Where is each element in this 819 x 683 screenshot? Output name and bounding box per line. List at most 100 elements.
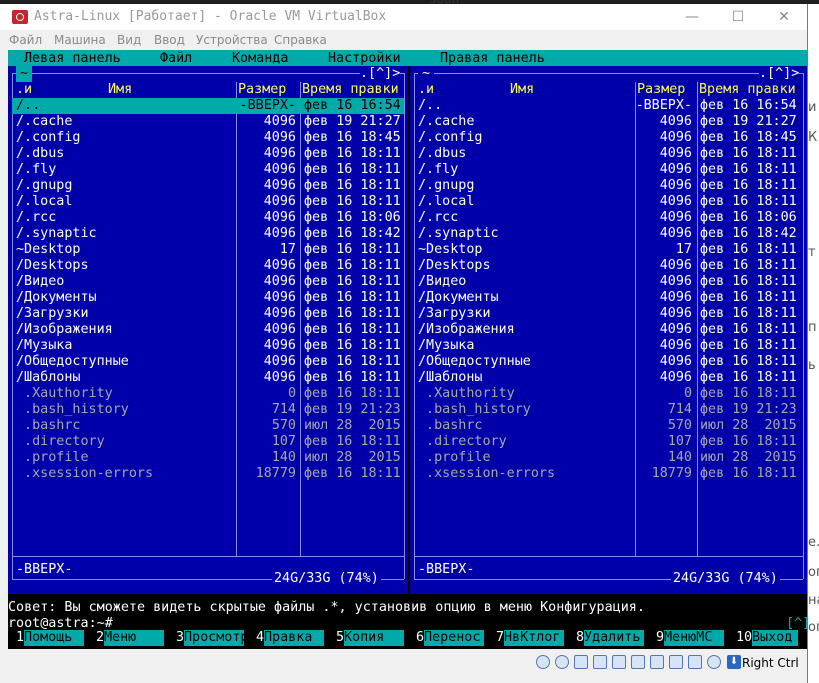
mc-menu-options[interactable]: Настройки bbox=[328, 51, 401, 67]
file-row[interactable]: .Xauthority 0 фев 16 18:11 bbox=[410, 386, 807, 402]
file-row[interactable]: /.dbus 4096 фев 16 18:11 bbox=[410, 146, 807, 162]
file-row[interactable]: /.gnupg 4096 фев 16 18:11 bbox=[410, 178, 807, 194]
maximize-button[interactable]: ☐ bbox=[715, 4, 761, 30]
file-row[interactable]: /Видео 4096 фев 16 18:11 bbox=[8, 274, 408, 290]
mouse-integration-icon[interactable] bbox=[707, 655, 721, 669]
file-row[interactable]: .bash_history 714 фев 19 21:23 bbox=[410, 402, 807, 418]
file-row[interactable]: /.cache 4096 фев 19 21:27 bbox=[410, 114, 807, 130]
panel-corner-buttons[interactable]: .[^]> bbox=[759, 66, 800, 82]
menu-help[interactable]: Справка bbox=[274, 33, 327, 47]
file-row[interactable]: .directory 107 фев 16 18:11 bbox=[8, 434, 408, 450]
right-file-panel[interactable]: ~ .[^]> .и Имя Размер Время правки /.. -ВВЕРХ-ф… bbox=[410, 66, 807, 594]
file-row[interactable]: .bashrc 570 июл 28 2015 bbox=[8, 418, 408, 434]
menu-devices[interactable]: Устройства bbox=[196, 33, 268, 47]
file-row[interactable]: /Шаблоны 4096 фев 16 18:11 bbox=[410, 370, 807, 386]
mc-menu-command[interactable]: Команда bbox=[232, 51, 288, 67]
column-header-time[interactable]: Время правки bbox=[302, 82, 399, 98]
mc-menu-right-panel[interactable]: Правая панель bbox=[440, 51, 545, 67]
file-row[interactable]: /.rcc 4096 фев 16 18:06 bbox=[8, 210, 408, 226]
file-modified-time: фев 16 18:11 bbox=[700, 242, 797, 257]
file-row[interactable]: /Общедоступные 4096 фев 16 18:11 bbox=[8, 354, 408, 370]
left-file-panel[interactable]: ~ .[^]> .и Имя Размер Время правки /.. -ВВЕРХ-ф… bbox=[8, 66, 408, 594]
file-row[interactable]: /Desktops 4096 фев 16 18:11 bbox=[410, 258, 807, 274]
file-modified-time: фев 16 18:11 bbox=[700, 466, 797, 481]
file-row[interactable]: /Музыка 4096 фев 16 18:11 bbox=[410, 338, 807, 354]
fkey-6-button[interactable]: 6 Перенос bbox=[416, 630, 492, 646]
column-header-size[interactable]: Размер bbox=[637, 82, 685, 98]
file-row[interactable]: /.synaptic 4096 фев 16 18:42 bbox=[410, 226, 807, 242]
file-row[interactable]: /.. -ВВЕРХ-фев 16 16:54 bbox=[410, 98, 807, 114]
file-row[interactable]: /Изображения 4096 фев 16 18:11 bbox=[8, 322, 408, 338]
file-row[interactable]: /.local 4096 фев 16 18:11 bbox=[410, 194, 807, 210]
minimize-button[interactable]: — bbox=[669, 4, 715, 30]
fkey-5-button[interactable]: 5 Копия bbox=[336, 630, 412, 646]
file-row[interactable]: /.gnupg 4096 фев 16 18:11 bbox=[8, 178, 408, 194]
file-row[interactable]: /Видео 4096 фев 16 18:11 bbox=[410, 274, 807, 290]
fkey-3-button[interactable]: 3 Просмотр bbox=[176, 630, 252, 646]
file-row[interactable]: /.fly 4096 фев 16 18:11 bbox=[8, 162, 408, 178]
panel-corner-buttons[interactable]: .[^]> bbox=[360, 66, 401, 82]
file-row[interactable]: /Загрузки 4096 фев 16 18:11 bbox=[8, 306, 408, 322]
file-row[interactable]: /Музыка 4096 фев 16 18:11 bbox=[8, 338, 408, 354]
menu-view[interactable]: Вид bbox=[117, 33, 141, 47]
harddisk-icon[interactable] bbox=[536, 655, 550, 669]
file-row[interactable]: .Xauthority 0 фев 16 18:11 bbox=[8, 386, 408, 402]
usb-icon[interactable] bbox=[612, 655, 626, 669]
column-header-time[interactable]: Время правки bbox=[699, 82, 796, 98]
network-icon[interactable] bbox=[593, 655, 607, 669]
column-header-name[interactable]: Имя bbox=[108, 82, 132, 98]
file-row[interactable]: .bash_history 714 фев 19 21:23 bbox=[8, 402, 408, 418]
column-header-sort[interactable]: .и bbox=[418, 82, 434, 98]
virtualization-icon[interactable] bbox=[688, 655, 702, 669]
file-row[interactable]: .bashrc 570 июл 28 2015 bbox=[410, 418, 807, 434]
shared-folders-icon[interactable] bbox=[631, 655, 645, 669]
fkey-1-button[interactable]: 1 Помощь bbox=[16, 630, 92, 646]
vm-screen[interactable]: Левая панель Файл Команда Настройки Прав… bbox=[8, 50, 810, 649]
file-row[interactable]: /.fly 4096 фев 16 18:11 bbox=[410, 162, 807, 178]
file-row[interactable]: /.. -ВВЕРХ-фев 16 16:54 bbox=[12, 98, 404, 114]
file-row[interactable]: .xsession-errors 18779 фев 16 18:11 bbox=[8, 466, 408, 482]
menu-file[interactable]: Файл bbox=[9, 33, 42, 47]
audio-icon[interactable] bbox=[574, 655, 588, 669]
file-size: 714 bbox=[271, 402, 296, 417]
close-button[interactable]: ✕ bbox=[761, 4, 807, 30]
file-row[interactable]: /.config 4096 фев 16 18:45 bbox=[410, 130, 807, 146]
file-row[interactable]: .xsession-errors 18779 фев 16 18:11 bbox=[410, 466, 807, 482]
file-name: /.synaptic bbox=[418, 226, 499, 241]
file-row[interactable]: /Desktops 4096 фев 16 18:11 bbox=[8, 258, 408, 274]
display-icon[interactable] bbox=[650, 655, 664, 669]
file-row[interactable]: /Документы 4096 фев 16 18:11 bbox=[410, 290, 807, 306]
file-row[interactable]: /Изображения 4096 фев 16 18:11 bbox=[410, 322, 807, 338]
file-row[interactable]: /Документы 4096 фев 16 18:11 bbox=[8, 290, 408, 306]
column-header-name[interactable]: Имя bbox=[510, 82, 534, 98]
file-row[interactable]: /.synaptic 4096 фев 16 18:42 bbox=[8, 226, 408, 242]
column-header-size[interactable]: Размер bbox=[238, 82, 286, 98]
file-row[interactable]: ~Desktop 17 фев 16 18:11 bbox=[8, 242, 408, 258]
file-row[interactable]: /Общедоступные 4096 фев 16 18:11 bbox=[410, 354, 807, 370]
fkey-7-button[interactable]: 7 НвКтлог bbox=[496, 630, 572, 646]
menu-input[interactable]: Ввод bbox=[154, 33, 185, 47]
file-row[interactable]: /.config 4096 фев 16 18:45 bbox=[8, 130, 408, 146]
file-row[interactable]: .profile 140 июл 28 2015 bbox=[8, 450, 408, 466]
file-row[interactable]: ~Desktop 17 фев 16 18:11 bbox=[410, 242, 807, 258]
column-header-sort[interactable]: .и bbox=[16, 82, 32, 98]
file-size: 4096 bbox=[263, 322, 296, 337]
fkey-10-button[interactable]: 10 Выход bbox=[736, 630, 806, 646]
fkey-8-button[interactable]: 8 Удалить bbox=[576, 630, 652, 646]
file-row[interactable]: /Шаблоны 4096 фев 16 18:11 bbox=[8, 370, 408, 386]
file-row[interactable]: /Загрузки 4096 фев 16 18:11 bbox=[410, 306, 807, 322]
file-row[interactable]: /.rcc 4096 фев 16 18:06 bbox=[410, 210, 807, 226]
file-row[interactable]: /.cache 4096 фев 19 21:27 bbox=[8, 114, 408, 130]
fkey-2-button[interactable]: 2 Меню bbox=[96, 630, 172, 646]
file-row[interactable]: /.local 4096 фев 16 18:11 bbox=[8, 194, 408, 210]
fkey-4-button[interactable]: 4 Правка bbox=[256, 630, 332, 646]
file-row[interactable]: .directory 107 фев 16 18:11 bbox=[410, 434, 807, 450]
fkey-9-button[interactable]: 9 МенюMC bbox=[656, 630, 732, 646]
menu-machine[interactable]: Машина bbox=[54, 33, 106, 47]
mc-menu-left-panel[interactable]: Левая панель bbox=[24, 51, 121, 67]
file-row[interactable]: /.dbus 4096 фев 16 18:11 bbox=[8, 146, 408, 162]
video-capture-icon[interactable] bbox=[669, 655, 683, 669]
mc-menu-file[interactable]: Файл bbox=[160, 51, 192, 67]
optical-drive-icon[interactable] bbox=[555, 655, 569, 669]
file-row[interactable]: .profile 140 июл 28 2015 bbox=[410, 450, 807, 466]
